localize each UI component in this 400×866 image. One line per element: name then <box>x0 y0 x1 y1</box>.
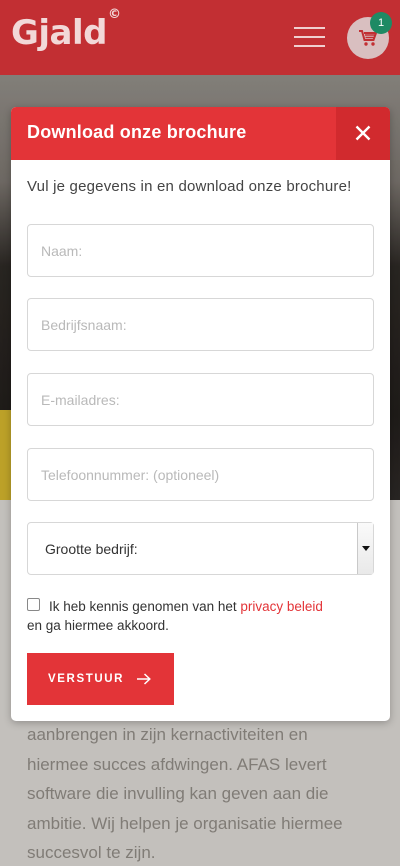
phone-field[interactable] <box>27 448 374 501</box>
company-size-select[interactable]: Grootte bedrijf: <box>27 522 374 575</box>
email-field[interactable] <box>27 373 374 426</box>
modal-title: Download onze brochure <box>27 122 247 142</box>
submit-label: VERSTUUR <box>48 673 125 685</box>
close-icon <box>355 125 371 141</box>
brochure-modal: Download onze brochure Vul je gegevens i… <box>11 107 390 721</box>
arrow-right-icon <box>137 673 151 685</box>
cart-count-badge: 1 <box>370 12 392 34</box>
privacy-link[interactable]: privacy beleid <box>240 599 323 614</box>
modal-intro: Vul je gegevens in en download onze broc… <box>27 178 352 195</box>
chevron-down-icon[interactable] <box>357 523 373 574</box>
modal-header: Download onze brochure <box>11 107 390 160</box>
company-size-label: Grootte bedrijf: <box>45 541 138 557</box>
logo[interactable]: Gjald© <box>11 7 121 53</box>
consent-text: Ik heb kennis genomen van het privacy be… <box>27 599 323 633</box>
close-button[interactable] <box>336 107 390 160</box>
hamburger-icon[interactable] <box>294 27 325 48</box>
submit-button[interactable]: VERSTUUR <box>27 653 174 705</box>
name-field[interactable] <box>27 224 374 277</box>
company-field[interactable] <box>27 298 374 351</box>
site-header: Gjald© 1 <box>0 0 400 75</box>
